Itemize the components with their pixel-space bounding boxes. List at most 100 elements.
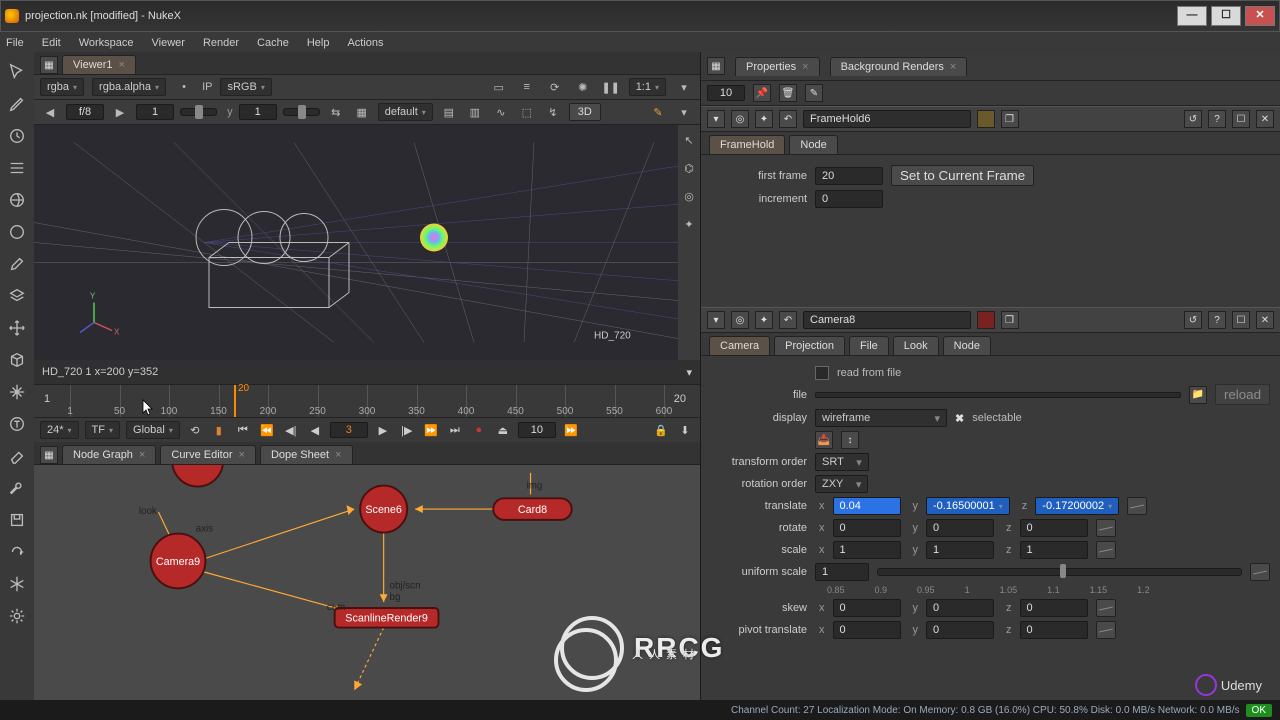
collapse-icon[interactable]: ▾ <box>707 110 725 128</box>
menu-cache[interactable]: Cache <box>257 37 289 49</box>
tool-save-icon[interactable] <box>7 510 27 530</box>
reload-button[interactable]: reload <box>1215 384 1270 405</box>
space-select[interactable]: Global <box>126 421 180 439</box>
close-icon[interactable]: × <box>802 61 808 73</box>
panel-handle-icon[interactable]: ▦ <box>707 57 725 75</box>
help-icon[interactable]: ? <box>1208 110 1226 128</box>
translate-z-field[interactable]: -0.17200002 <box>1035 497 1119 515</box>
zoom-select[interactable]: 1:1 <box>629 78 666 96</box>
anim-curve-icon[interactable] <box>1250 563 1270 581</box>
chevron-down-icon[interactable]: ▾ <box>674 103 694 121</box>
tool-clock-icon[interactable] <box>7 126 27 146</box>
grid-icon[interactable]: ▦ <box>352 103 372 121</box>
gamma-field[interactable]: 1 <box>239 104 277 120</box>
play-back-icon[interactable]: ◀ <box>306 422 324 438</box>
help-icon[interactable]: ? <box>1208 311 1226 329</box>
tab-properties[interactable]: Properties× <box>735 57 820 76</box>
chevron-down-icon[interactable]: ▾ <box>674 78 694 96</box>
close-icon[interactable]: × <box>950 61 956 73</box>
pivot-tz-field[interactable]: 0 <box>1020 621 1088 639</box>
pointer-icon[interactable]: ↖ <box>679 131 699 149</box>
selectable-check-icon[interactable]: ✖ <box>955 412 964 425</box>
roi-icon[interactable]: ⬚ <box>517 103 537 121</box>
list-icon[interactable]: ≡ <box>517 78 537 96</box>
tool-reload-icon[interactable] <box>7 542 27 562</box>
target-icon[interactable]: ◎ <box>679 187 699 205</box>
fps-select[interactable]: 24* <box>40 421 79 439</box>
pin-icon[interactable]: 📌 <box>753 84 771 102</box>
tool-eraser-icon[interactable] <box>7 446 27 466</box>
tab-node-graph[interactable]: Node Graph× <box>62 445 156 464</box>
pause-icon[interactable]: ❚❚ <box>601 78 621 96</box>
folder-icon[interactable]: 📁 <box>1189 386 1207 404</box>
skew-x-field[interactable]: 0 <box>833 599 901 617</box>
color-swatch[interactable] <box>977 110 995 128</box>
tool-layers-icon[interactable] <box>7 286 27 306</box>
sync-icon[interactable]: ⟲ <box>186 422 204 438</box>
dot-icon[interactable]: • <box>174 78 194 96</box>
display-select[interactable]: wireframe <box>815 409 947 427</box>
menu-actions[interactable]: Actions <box>347 37 383 49</box>
translate-y-field[interactable]: -0.16500001 <box>926 497 1010 515</box>
stack-icon[interactable]: ▤ <box>439 103 459 121</box>
increment-field[interactable]: 0 <box>815 190 883 208</box>
pivot-tx-field[interactable]: 0 <box>833 621 901 639</box>
refresh-icon[interactable]: ⟳ <box>545 78 565 96</box>
tool-pencil-icon[interactable] <box>7 94 27 114</box>
tool-circle-icon[interactable] <box>7 222 27 242</box>
tool-move-icon[interactable] <box>7 318 27 338</box>
tool-snow-icon[interactable] <box>7 574 27 594</box>
first-frame-icon[interactable]: ⏮ <box>234 422 252 438</box>
anim-curve-icon[interactable] <box>1127 497 1147 515</box>
close-button[interactable]: ✕ <box>1245 6 1275 26</box>
tab-bg-renders[interactable]: Background Renders× <box>830 57 968 76</box>
pivot-ty-field[interactable]: 0 <box>926 621 994 639</box>
align-icon[interactable]: ▥ <box>465 103 485 121</box>
arrows-icon[interactable]: ⇆ <box>326 103 346 121</box>
close-panel-icon[interactable]: ✕ <box>1256 110 1274 128</box>
prev-frame-icon[interactable]: ◀ <box>40 103 60 121</box>
axis-icon[interactable]: ✦ <box>679 215 699 233</box>
center-icon[interactable]: ◎ <box>731 311 749 329</box>
fstop-field[interactable]: f/8 <box>66 104 104 120</box>
tool-spark-icon[interactable] <box>7 382 27 402</box>
menu-viewer[interactable]: Viewer <box>152 37 185 49</box>
panel-handle-icon[interactable]: ▦ <box>40 446 58 464</box>
tool-cube-icon[interactable] <box>7 350 27 370</box>
timeline[interactable]: 1 20 15010015020025030035040045050055060… <box>34 384 700 418</box>
menu-workspace[interactable]: Workspace <box>79 37 134 49</box>
uniform-scale-slider[interactable] <box>877 568 1242 576</box>
step-field[interactable]: 10 <box>518 422 556 438</box>
subtab-framehold[interactable]: FrameHold <box>709 135 785 154</box>
tool-arrow-icon[interactable] <box>7 62 27 82</box>
channel-a-select[interactable]: rgba <box>40 78 84 96</box>
close-icon[interactable]: × <box>335 449 341 461</box>
tab-viewer1[interactable]: Viewer1 × <box>62 55 136 74</box>
menu-file[interactable]: File <box>6 37 24 49</box>
rotate-y-field[interactable]: 0 <box>926 519 994 537</box>
close-icon[interactable]: × <box>239 449 245 461</box>
close-panel-icon[interactable]: ✕ <box>1256 311 1274 329</box>
tab-curve-editor[interactable]: Curve Editor× <box>160 445 256 464</box>
play-icon[interactable]: ▶ <box>374 422 392 438</box>
collapse-icon[interactable]: ▾ <box>707 311 725 329</box>
lock-icon[interactable]: 🔒 <box>652 422 670 438</box>
chevron-down-icon[interactable]: ▾ <box>686 366 692 379</box>
scale-x-field[interactable]: 1 <box>833 541 901 559</box>
translate-x-field[interactable]: 0.04 <box>833 497 901 515</box>
tool-bars-icon[interactable] <box>7 158 27 178</box>
tool-edit-icon[interactable] <box>7 254 27 274</box>
center-icon[interactable]: ◎ <box>731 110 749 128</box>
read-from-file-checkbox[interactable] <box>815 366 829 380</box>
menu-render[interactable]: Render <box>203 37 239 49</box>
skip-icon[interactable]: ⏩ <box>562 422 580 438</box>
subtab-node[interactable]: Node <box>943 336 991 355</box>
edit-icon[interactable]: ✎ <box>805 84 823 102</box>
anim-curve-icon[interactable] <box>1096 541 1116 559</box>
subtab-camera[interactable]: Camera <box>709 336 770 355</box>
close-icon[interactable]: × <box>139 449 145 461</box>
uniform-scale-field[interactable]: 1 <box>815 563 869 581</box>
revert-icon[interactable]: ↺ <box>1184 110 1202 128</box>
undo-icon[interactable]: ↶ <box>779 311 797 329</box>
max-icon[interactable]: ☐ <box>1232 110 1250 128</box>
